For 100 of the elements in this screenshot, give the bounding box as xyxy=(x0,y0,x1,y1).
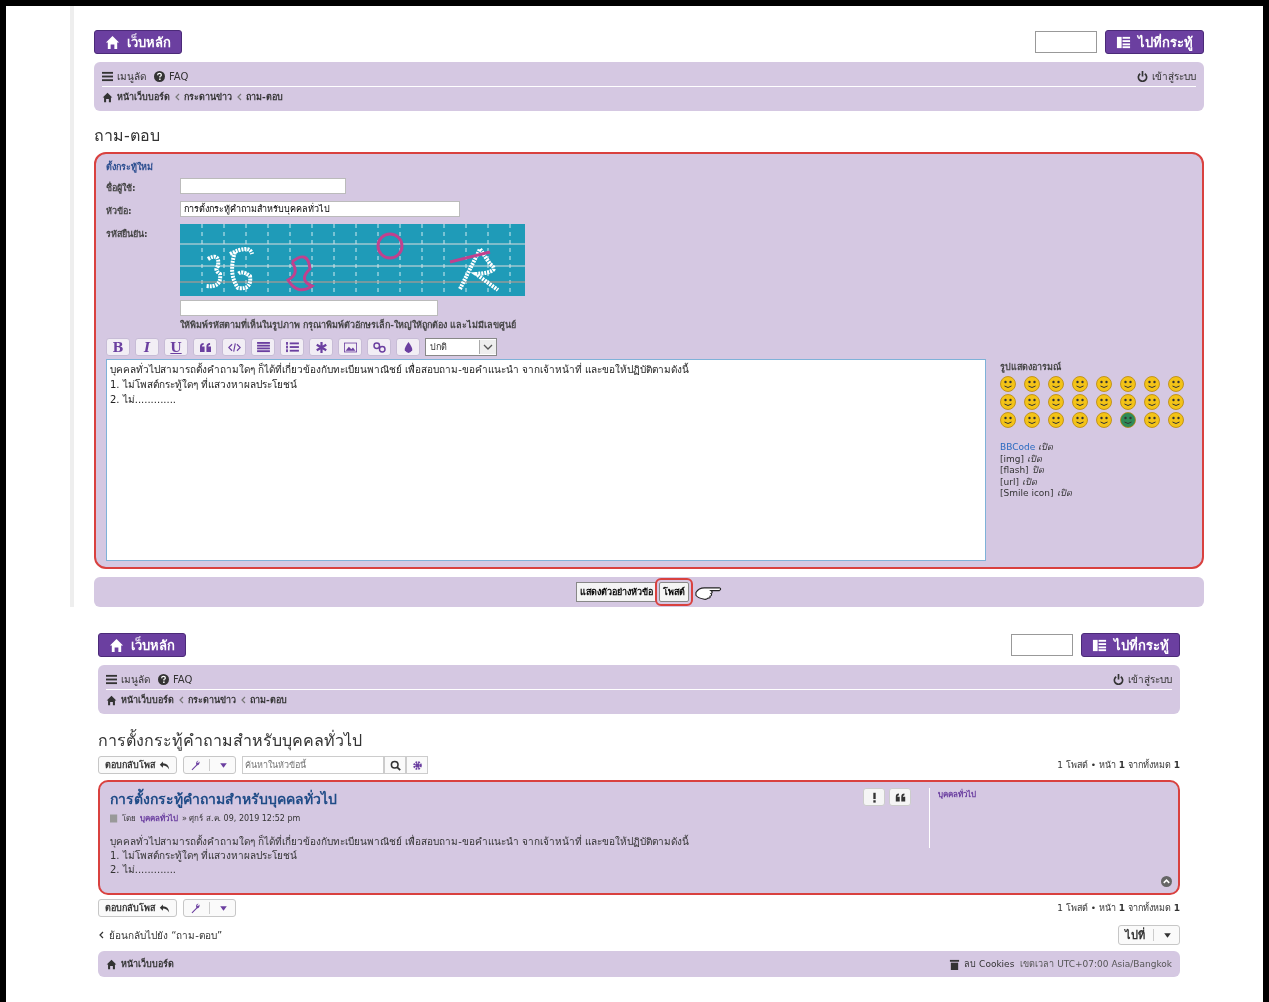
link-icon xyxy=(372,341,386,353)
smiley-icon[interactable] xyxy=(1048,412,1064,428)
home-icon xyxy=(105,34,120,50)
smiley-icon[interactable] xyxy=(1024,412,1040,428)
reply-button[interactable]: ตอบกลับโพส xyxy=(98,899,177,917)
smiley-icon[interactable] xyxy=(1024,394,1040,410)
back-link[interactable]: ย้อนกลับไปยัง “ถาม-ตอบ” xyxy=(98,927,223,943)
code-button[interactable] xyxy=(222,338,246,356)
bold-button[interactable]: B xyxy=(106,338,130,356)
jump-field[interactable] xyxy=(1011,634,1073,656)
smiley-icon[interactable] xyxy=(1096,412,1112,428)
menu-icon xyxy=(106,673,117,685)
list-icon xyxy=(1092,637,1107,653)
back-to-top-icon[interactable] xyxy=(1161,876,1172,887)
list-button[interactable] xyxy=(251,338,275,356)
chevron-icon xyxy=(236,93,242,101)
smiley-icon[interactable] xyxy=(1120,394,1136,410)
smiley-icon[interactable] xyxy=(1120,412,1136,428)
numbered-list-button[interactable] xyxy=(280,338,304,356)
smiley-icon[interactable] xyxy=(1072,394,1088,410)
smiley-icon[interactable] xyxy=(1072,412,1088,428)
faq-link[interactable]: FAQ xyxy=(158,673,193,685)
smiley-icon[interactable] xyxy=(1000,394,1016,410)
form-legend: ตั้งกระทู้ใหม่ xyxy=(106,160,1192,174)
jump-to-topic-button[interactable]: ไปที่กระทู้ xyxy=(1105,30,1204,54)
smiley-icon[interactable] xyxy=(1096,376,1112,392)
image-button[interactable] xyxy=(338,338,362,356)
quote-button[interactable] xyxy=(193,338,217,356)
quick-menu-link[interactable]: เมนูลัด xyxy=(102,68,146,84)
reply-button[interactable]: ตอบกลับโพส xyxy=(98,756,177,774)
quote-button[interactable] xyxy=(889,788,911,806)
settings-button[interactable] xyxy=(406,756,428,774)
search-field[interactable]: ค้นหาในหัวข้อนี้ xyxy=(242,756,384,774)
search-button[interactable] xyxy=(384,756,406,774)
caret-icon xyxy=(479,340,496,354)
post-text-line: 2. ไม่............. xyxy=(110,863,178,877)
settings-icon xyxy=(411,759,423,771)
code-icon xyxy=(227,341,241,353)
message-field[interactable]: บุคคลทั่วไปสามารถตั้งคำถามใดๆ ก็ได้ที่เกี่ยวข้องกับทะเบียนพาณิชย์ เพื่อสอบถาม-ขอคำแนะนำ จากเจ้าหน้าที่ และขอให้ปฏิบัติตามดังนี้ 1. ไม่โพสต์กระทู้ใดๆ ที่แสวงหาผลประโยชน์ 2. ไม่............. xyxy=(106,359,986,561)
jump-button[interactable]: ไปที่ xyxy=(1118,925,1180,945)
login-link[interactable]: เข้าสู่ระบบ xyxy=(1113,671,1172,687)
home-button[interactable]: เว็บหลัก xyxy=(94,30,182,54)
tools-button[interactable] xyxy=(183,899,236,917)
trash-icon xyxy=(949,958,961,970)
breadcrumb-link[interactable]: กระดานข่าว xyxy=(184,90,232,104)
smiley-icon[interactable] xyxy=(1168,376,1184,392)
smiley-icon[interactable] xyxy=(1048,394,1064,410)
quote-icon xyxy=(198,341,212,353)
timezone-text: เขตเวลา UTC+07:00 Asia/Bangkok xyxy=(1020,958,1172,971)
breadcrumb-link[interactable]: ถาม-ตอบ xyxy=(250,693,287,707)
power-icon xyxy=(1113,673,1124,685)
smiley-icon[interactable] xyxy=(1120,376,1136,392)
smiley-icon[interactable] xyxy=(1144,376,1160,392)
breadcrumb-link[interactable]: กระดานข่าว xyxy=(188,693,236,707)
document-icon xyxy=(110,814,118,823)
smiley-icon[interactable] xyxy=(1144,412,1160,428)
smiley-icon[interactable] xyxy=(1048,376,1064,392)
home-button[interactable]: เว็บหลัก xyxy=(98,633,186,657)
post-text-line: 1. ไม่โพสต์กระทู้ใดๆ ที่แสวงหาผลประโยชน์ xyxy=(110,849,298,863)
delete-cookies-link[interactable]: ลบ Cookies xyxy=(949,957,1015,971)
post-text-line: บุคคลทั่วไปสามารถตั้งคำถามใดๆ ก็ได้ที่เกี่ยวข้องกับทะเบียนพาณิชย์ เพื่อสอบถาม-ขอคำแนะนำ จากเจ้าหน้าที่ และขอให้ปฏิบัติตามดังนี้ xyxy=(110,835,691,849)
report-button[interactable] xyxy=(863,788,885,806)
home-link[interactable]: หน้าเว็บบอร์ด xyxy=(106,957,174,971)
smiley-icon[interactable] xyxy=(1096,394,1112,410)
smiley-icon[interactable] xyxy=(1168,394,1184,410)
page-title: ถาม-ตอบ xyxy=(94,125,161,147)
tools-button[interactable] xyxy=(183,756,236,774)
breadcrumb-link[interactable]: หน้าเว็บบอร์ด xyxy=(121,693,174,707)
faq-link[interactable]: FAQ xyxy=(154,70,189,82)
smiley-icon[interactable] xyxy=(1024,376,1040,392)
list-item-button[interactable] xyxy=(309,338,333,356)
link-button[interactable] xyxy=(367,338,391,356)
jump-field[interactable] xyxy=(1035,31,1097,53)
bbcode-link[interactable]: BBCode xyxy=(1000,442,1036,454)
smiley-icon[interactable] xyxy=(1168,412,1184,428)
color-button[interactable] xyxy=(396,338,420,356)
smiley-icon[interactable] xyxy=(1144,394,1160,410)
font-size-select[interactable]: ปกติ xyxy=(425,338,497,356)
smiley-icon[interactable] xyxy=(1000,376,1016,392)
breadcrumb-link[interactable]: หน้าเว็บบอร์ด xyxy=(117,90,170,104)
smiley-icon[interactable] xyxy=(1072,376,1088,392)
post-title[interactable]: การตั้งกระทู้คำถามสำหรับบุคคลทั่วไป xyxy=(110,788,859,810)
image-icon xyxy=(343,341,357,353)
text-field[interactable] xyxy=(180,178,346,194)
breadcrumb-link[interactable]: ถาม-ตอบ xyxy=(246,90,283,104)
login-link[interactable]: เข้าสู่ระบบ xyxy=(1137,68,1196,84)
smiley-icon[interactable] xyxy=(1000,412,1016,428)
preview-button[interactable]: แสดงตัวอย่างหัวข้อ xyxy=(575,582,657,602)
underline-button[interactable]: U xyxy=(164,338,188,356)
byline-label: โดย xyxy=(122,813,136,825)
profile-name-link[interactable]: บุคคลทั่วไป xyxy=(938,790,976,799)
text-field[interactable]: การตั้งกระทู้คำถามสำหรับบุคคลทั่วไป xyxy=(180,201,460,217)
italic-button[interactable]: I xyxy=(135,338,159,356)
jump-to-topic-button[interactable]: ไปที่กระทู้ xyxy=(1081,633,1180,657)
option-status: เปิด xyxy=(1038,442,1054,454)
home-icon xyxy=(106,958,117,970)
captcha-field[interactable] xyxy=(180,300,438,316)
quick-menu-link[interactable]: เมนูลัด xyxy=(106,671,150,687)
author-link[interactable]: บุคคลทั่วไป xyxy=(140,812,178,825)
chevron-icon xyxy=(174,93,180,101)
